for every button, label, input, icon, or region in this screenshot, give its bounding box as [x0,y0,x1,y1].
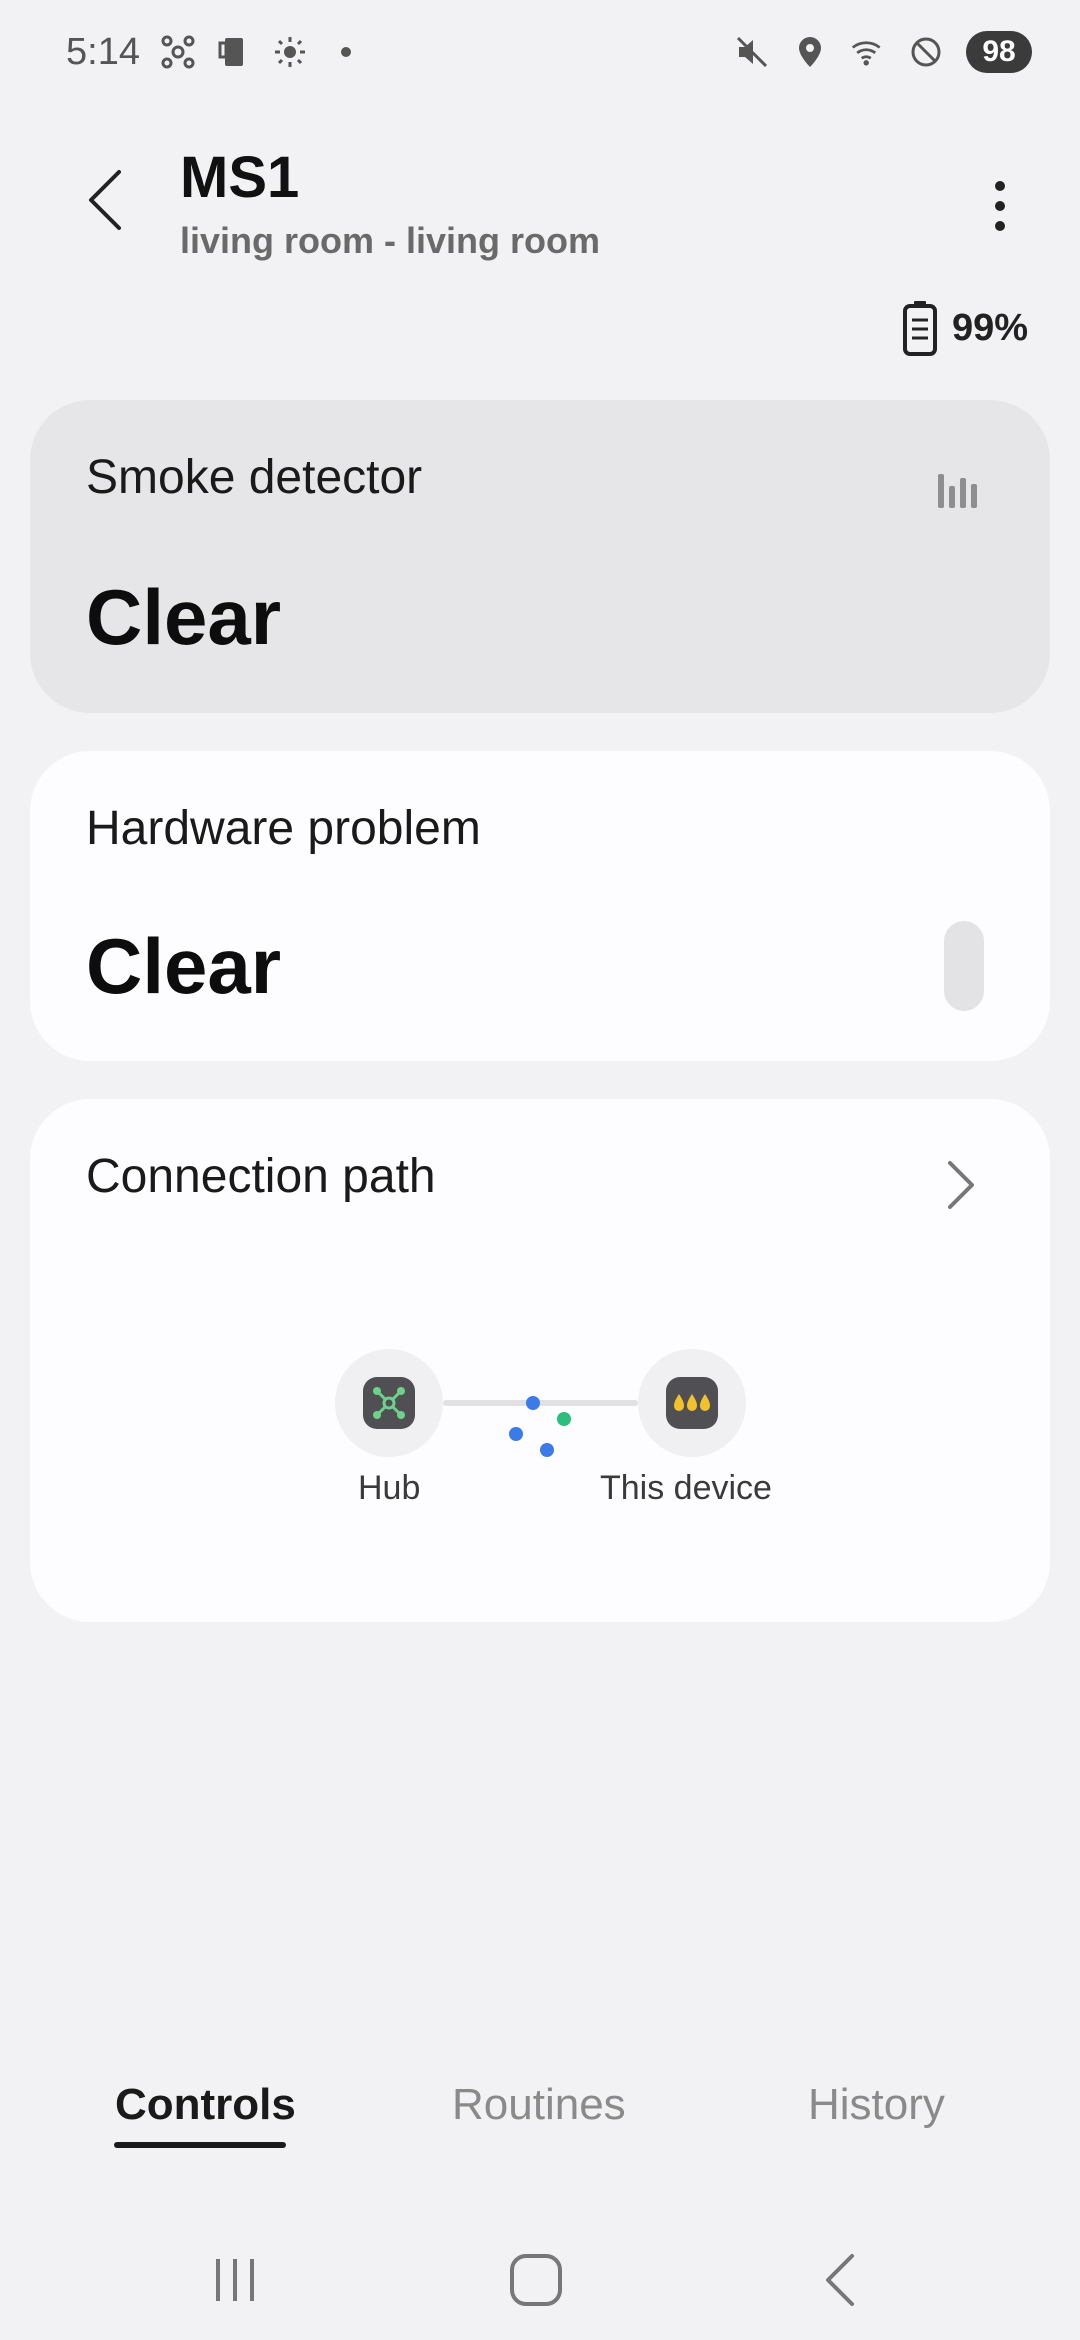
device-location: living room - living room [180,220,601,261]
brightness-icon [272,34,308,70]
signal-dot [557,1412,571,1426]
more-vertical-icon [995,181,1005,231]
battery-icon [902,301,937,356]
wifi-icon [850,34,886,70]
nav-back-button[interactable] [800,2240,880,2320]
connection-line [443,1400,638,1406]
this-device-label: This device [600,1469,772,1507]
connection-path-card[interactable]: Connection path Hub This device [30,1099,1050,1622]
tab-active-indicator [114,2142,286,2148]
smoke-sensor-icon [666,1377,718,1429]
device-icon [216,34,252,70]
tab-history[interactable]: History [808,2080,945,2130]
status-battery-level: 98 [966,31,1032,73]
hardware-problem-label: Hardware problem [86,802,481,855]
hardware-problem-value: Clear [86,922,282,1010]
hardware-status-indicator [944,921,984,1011]
more-options-button[interactable] [970,166,1030,246]
page-title: MS1 [180,145,300,210]
recent-apps-button[interactable] [195,2240,275,2320]
battery-percent: 99% [951,306,1028,349]
app-header: MS1 living room - living room [0,130,1080,280]
do-not-disturb-icon [908,34,944,70]
back-button[interactable] [70,160,140,240]
history-bars-icon[interactable] [934,462,982,510]
mute-icon [734,34,770,70]
notification-dot-icon [328,34,364,70]
smoke-detector-value: Clear [86,573,282,661]
signal-dot [509,1427,523,1441]
system-nav-bar [0,2220,1080,2340]
location-icon [792,34,828,70]
signal-dot [540,1443,554,1457]
hardware-problem-card[interactable]: Hardware problem Clear [30,751,1050,1061]
back-arrow-icon [89,170,121,230]
device-battery: 99% [902,300,1028,356]
nav-back-icon [826,2254,854,2306]
smoke-detector-card[interactable]: Smoke detector Clear [30,400,1050,713]
chevron-right-icon[interactable] [940,1155,980,1215]
recent-apps-icon [216,2259,254,2301]
status-time: 5:14 [66,30,140,73]
hub-network-icon [160,34,196,70]
home-button[interactable] [496,2240,576,2320]
status-left: 5:14 [66,31,364,74]
connection-path-label: Connection path [86,1150,436,1203]
hub-icon [363,1377,415,1429]
device-node [638,1349,746,1457]
hub-label: Hub [358,1469,421,1507]
signal-dot [526,1396,540,1410]
home-icon [510,2254,562,2306]
tab-bar: Controls Routines History [0,2070,1080,2180]
status-bar: 5:14 98 [0,0,1080,104]
smoke-detector-label: Smoke detector [86,451,423,504]
tab-routines[interactable]: Routines [452,2080,626,2130]
status-right: 98 [734,31,1032,73]
tab-controls[interactable]: Controls [115,2080,296,2130]
hub-node [335,1349,443,1457]
